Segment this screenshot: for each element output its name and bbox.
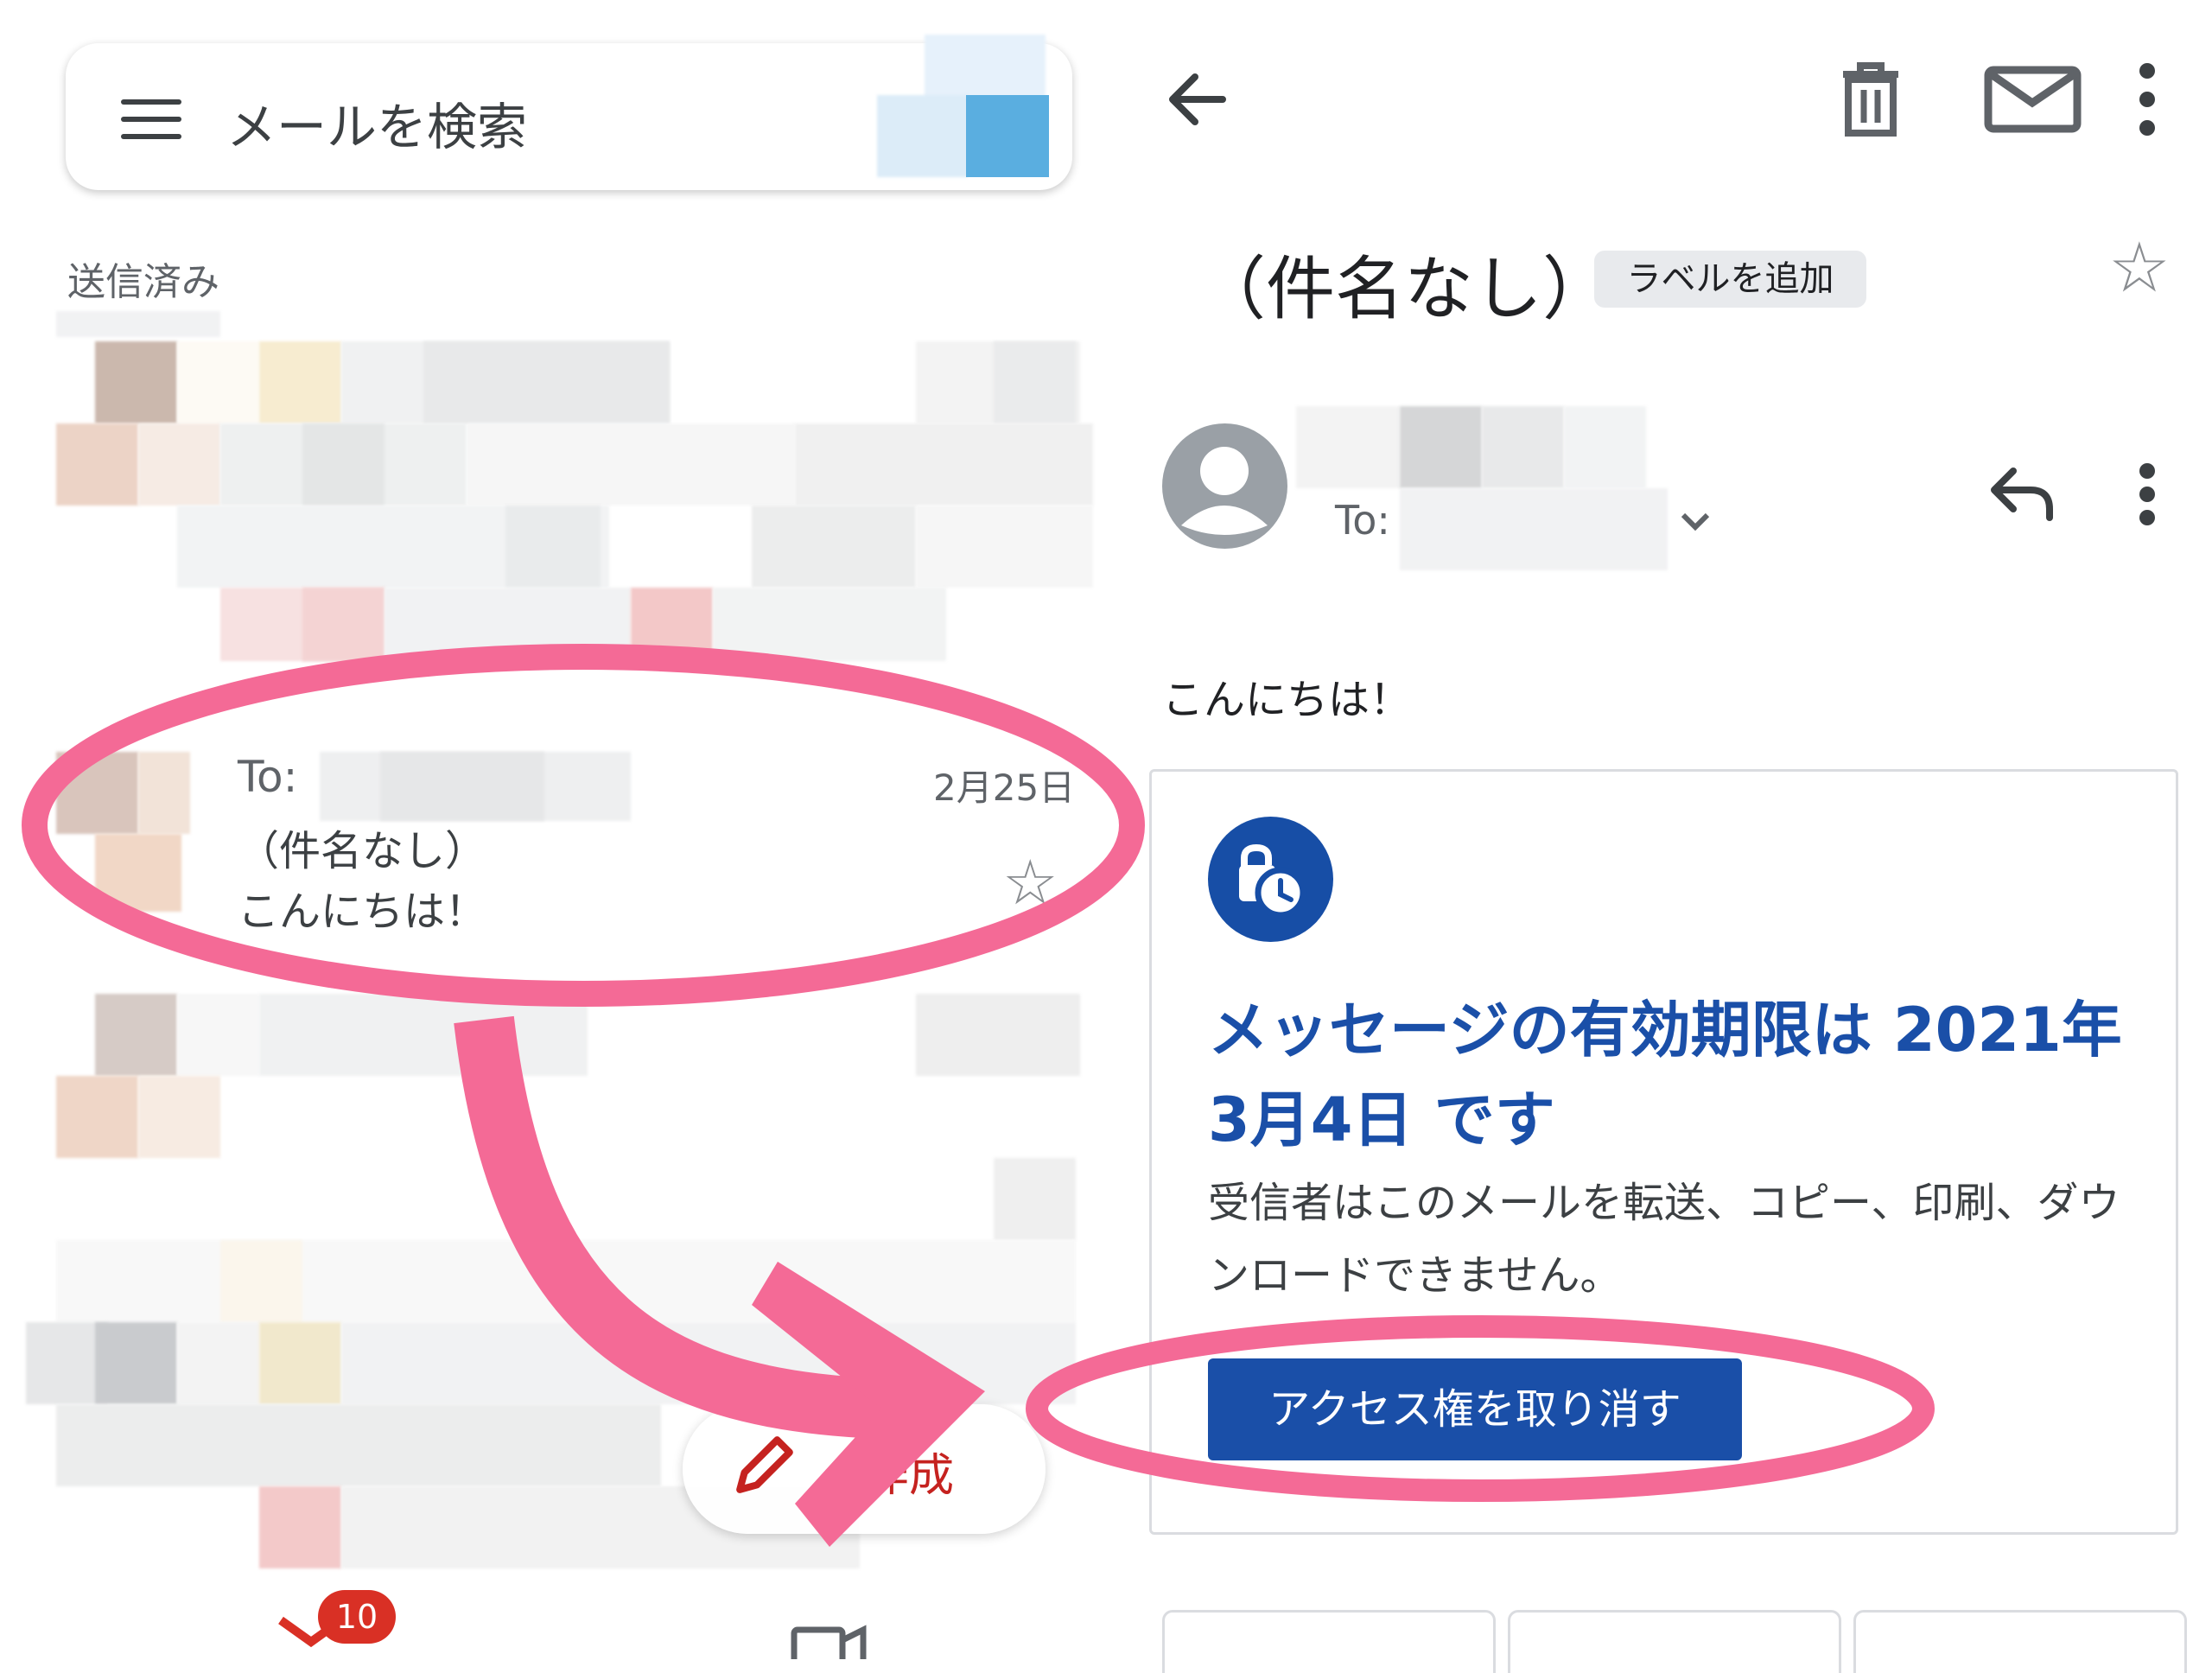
more-vert-icon[interactable]: [2134, 462, 2160, 527]
mail-icon[interactable]: [1983, 65, 2082, 134]
sender-avatar-blur: [95, 834, 181, 912]
account-avatar-blur: [877, 95, 968, 177]
trash-icon[interactable]: [1836, 60, 1905, 138]
video-icon[interactable]: [791, 1625, 868, 1659]
email-row-to: To:: [238, 752, 298, 802]
account-avatar-blur: [925, 35, 1046, 104]
email-row-subject: （件名なし）: [238, 827, 487, 875]
smart-reply-chip[interactable]: [1853, 1610, 2187, 1673]
more-vert-icon[interactable]: [2134, 60, 2160, 138]
unread-count-badge: 10: [318, 1590, 396, 1644]
confidential-description: 受信者はこのメールを転送、コピー、印刷、ダウンロードできません。: [1208, 1179, 2120, 1300]
star-icon[interactable]: ☆: [2108, 233, 2171, 302]
account-avatar[interactable]: [966, 95, 1049, 177]
email-body-greeting: こんにちは！: [1162, 676, 1412, 724]
smart-reply-chip[interactable]: [1162, 1610, 1496, 1673]
smart-reply-chip[interactable]: [1508, 1610, 1841, 1673]
pencil-icon: [736, 1436, 793, 1493]
email-row-date: 2月25日: [933, 767, 1076, 809]
expiry-heading: メッセージの有効期限は 2021年 3月4日 です: [1208, 995, 2122, 1155]
reply-icon[interactable]: [1987, 462, 2056, 523]
email-row-snippet: こんにちは！: [238, 887, 487, 936]
recipient-blur: [380, 752, 544, 821]
avatar-icon: [1162, 423, 1287, 549]
sender-avatar-blur: [138, 752, 190, 834]
folder-label: 送信済み: [67, 260, 219, 304]
menu-icon[interactable]: [121, 99, 181, 143]
back-arrow-icon[interactable]: [1162, 65, 1231, 134]
add-label-button[interactable]: ラベルを追加: [1594, 251, 1866, 308]
revoke-access-button[interactable]: アクセス権を取り消す: [1208, 1358, 1742, 1460]
sender-to-label: To:: [1335, 497, 1390, 544]
email-subject-title: （件名なし）: [1197, 249, 1611, 329]
search-input[interactable]: メールを検索: [226, 86, 527, 159]
sender-avatar-blur: [56, 752, 138, 834]
compose-label: 作成: [864, 1450, 955, 1502]
star-icon[interactable]: ☆: [1002, 851, 1058, 913]
chevron-down-icon[interactable]: [1678, 510, 1713, 534]
clock-lock-icon: [1208, 817, 1333, 942]
